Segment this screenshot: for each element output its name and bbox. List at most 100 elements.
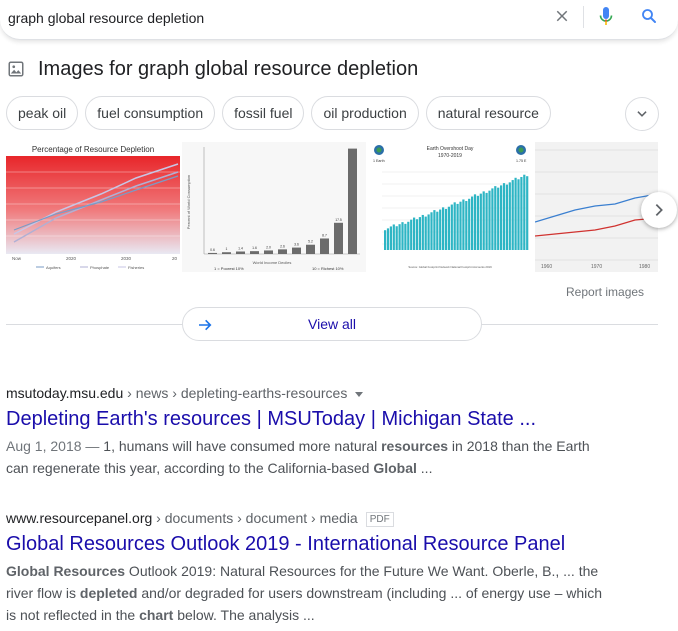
thumb1-title: Percentage of Resource Depletion <box>32 145 154 154</box>
thumb3-bar <box>479 193 482 250</box>
thumb3-bar <box>491 188 494 250</box>
thumb3-bar <box>386 228 390 250</box>
thumb3-bar <box>439 209 442 250</box>
thumb3-bar <box>410 219 413 250</box>
thumb3-bar <box>456 203 459 250</box>
result-2-path: › documents › document › media <box>152 510 358 526</box>
thumb3-bar <box>436 211 439 250</box>
thumb2-bar-label: 17.5 <box>335 218 342 222</box>
search-divider <box>583 6 584 28</box>
thumb3-bar <box>418 217 421 250</box>
thumb3-bar <box>502 183 506 250</box>
result-2-title-link[interactable]: Global Resources Outlook 2019 - Internat… <box>6 531 616 557</box>
thumb3-bar <box>459 201 462 250</box>
result-1-domain: msutoday.msu.edu <box>6 385 124 401</box>
thumb3-bar <box>430 212 433 250</box>
thumb3-bar <box>497 187 500 250</box>
chip-fossil-fuel[interactable]: fossil fuel <box>222 96 305 130</box>
thumb3-title-2: 1970-2019 <box>438 153 462 159</box>
thumb3-bar <box>494 186 497 250</box>
thumb3-bar <box>468 198 471 250</box>
result-1-menu-caret-icon[interactable] <box>355 391 364 397</box>
related-chips: peak oil fuel consumption fossil fuel oi… <box>6 96 551 130</box>
thumb1-xtick-3: 2030 <box>121 256 132 261</box>
thumb3-title-1: Earth Overshoot Day <box>427 146 474 152</box>
images-header: Images for graph global resource depleti… <box>7 57 418 81</box>
thumb2-bar <box>208 252 217 254</box>
image-result-4[interactable]: 1960 1970 1980 <box>535 142 658 272</box>
search-bar: graph global resource depletion <box>0 0 678 40</box>
thumb2-footer-left: 1 = Poorest 10% <box>214 266 244 271</box>
thumb2-bar-label: 2.0 <box>266 245 271 249</box>
thumb4-xtick-3: 1980 <box>639 264 650 270</box>
thumb2-bar-label: 0.6 <box>210 248 215 252</box>
result-1-path: › news › depleting-earths-resources <box>123 385 348 401</box>
snippet-bold: depleted <box>79 585 138 601</box>
thumb3-bar <box>523 174 526 250</box>
result-2-domain: www.resourcepanel.org <box>6 510 153 526</box>
chip-fuel-consumption[interactable]: fuel consumption <box>85 96 216 130</box>
thumbnail-line-chart: 1960 1970 1980 <box>535 142 658 272</box>
next-images-button[interactable] <box>641 192 677 228</box>
thumb3-bar <box>421 214 424 250</box>
thumb2-footer-right: 10 = Richest 10% <box>312 266 344 271</box>
chip-peak-oil[interactable]: peak oil <box>6 96 79 130</box>
thumb2-bar-label: 1 <box>226 247 228 251</box>
thumb3-bar <box>505 184 508 250</box>
thumb3-bar <box>401 222 404 250</box>
thumb3-bar <box>427 214 430 250</box>
thumb1-legend-2: Phosphate <box>90 265 110 270</box>
thumb2-bar <box>278 249 287 254</box>
view-all-button[interactable]: View all <box>182 307 482 341</box>
pdf-badge: PDF <box>365 511 394 527</box>
thumb1-xtick-2: 2020 <box>66 256 77 261</box>
snippet-bold: resources <box>381 438 449 454</box>
snippet-text: 1, humans will have consumed more natura… <box>103 438 382 454</box>
thumb3-bar <box>482 191 485 250</box>
search-result-2: www.resourcepanel.org › documents › docu… <box>6 509 616 626</box>
thumb3-bar <box>413 217 416 250</box>
thumb3-source: Source: Global Footprint Network Nationa… <box>408 265 492 269</box>
expand-chips-button[interactable] <box>625 97 659 131</box>
thumb3-bar <box>485 192 488 250</box>
chip-natural-resource[interactable]: natural resource <box>425 96 551 130</box>
image-result-2[interactable]: Percent of World Consumption World Incom… <box>182 142 366 272</box>
thumb3-bar <box>389 226 392 250</box>
thumb4-xtick-2: 1970 <box>591 264 602 270</box>
thumb3-bar <box>511 180 514 250</box>
chip-oil-production[interactable]: oil production <box>311 96 419 130</box>
microphone-icon[interactable] <box>598 6 614 28</box>
result-1-title-link[interactable]: Depleting Earth's resources | MSUToday |… <box>6 406 616 432</box>
thumb2-bar <box>320 238 329 254</box>
thumb3-bar <box>404 223 407 250</box>
thumb3-bar <box>424 216 427 250</box>
thumb2-bar-label: 3.6 <box>294 243 299 247</box>
image-result-3[interactable]: Earth Overshoot Day 1970-2019 1 Earth 1.… <box>368 142 533 272</box>
search-icon[interactable] <box>640 7 658 25</box>
thumb3-bar <box>407 221 410 250</box>
search-input[interactable]: graph global resource depletion <box>8 10 204 26</box>
thumb3-bar <box>500 185 503 250</box>
thumb3-bar <box>415 219 419 250</box>
report-images-link[interactable]: Report images <box>566 285 644 299</box>
clear-icon[interactable] <box>553 7 571 25</box>
thumb1-xtick-4: 20 <box>172 256 178 261</box>
thumb2-bar-label: 5.2 <box>308 240 313 244</box>
thumb1-xtick-1: Now <box>12 256 22 261</box>
thumb3-bar <box>442 207 445 250</box>
thumb2-xlabel: World Income Deciles <box>253 260 292 265</box>
snippet-text: below. The analysis ... <box>173 607 315 623</box>
thumb2-bar <box>348 148 357 254</box>
thumb2-bar <box>334 222 343 254</box>
thumbnail-overshoot-day: Earth Overshoot Day 1970-2019 1 Earth 1.… <box>368 142 533 272</box>
thumb3-bar <box>465 201 468 250</box>
thumb3-left-tag: 1 Earth <box>373 159 385 163</box>
image-result-1[interactable]: Percentage of Resource Depletion Now 202… <box>6 142 180 272</box>
thumb3-bar <box>398 224 401 250</box>
images-heading: Images for graph global resource depleti… <box>38 57 419 80</box>
thumb1-legend-3: Fisheries <box>128 265 144 270</box>
thumb4-xtick-1: 1960 <box>541 264 552 270</box>
thumb2-bar <box>250 251 259 254</box>
result-2-cite: www.resourcepanel.org › documents › docu… <box>6 509 616 527</box>
thumbnail-world-consumption: Percent of World Consumption World Incom… <box>182 142 366 272</box>
